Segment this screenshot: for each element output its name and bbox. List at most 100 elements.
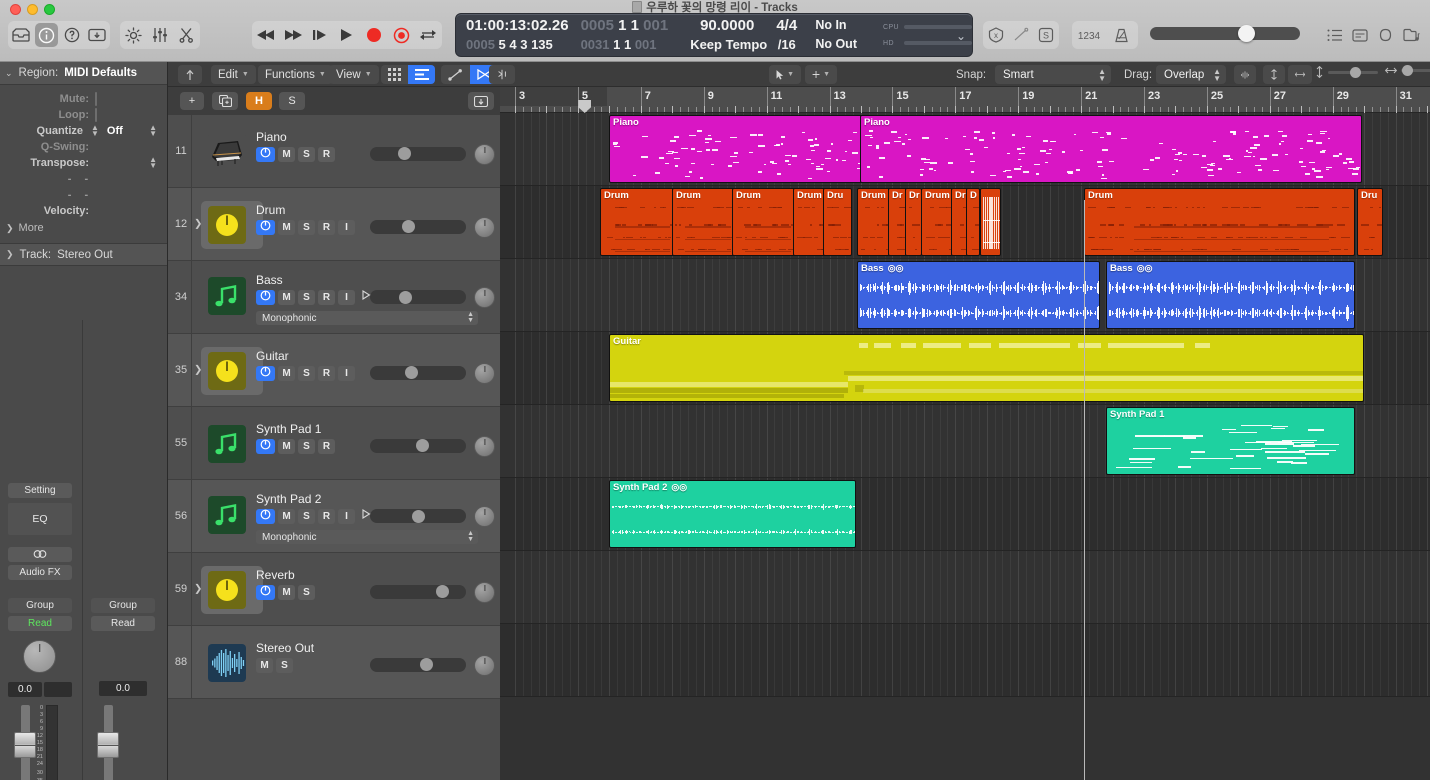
track-header-synth-pad-1[interactable]: 55 Synth Pad 1 MSR [168,407,500,480]
vertical-auto-zoom-button[interactable] [1263,65,1285,84]
list-editors-icon[interactable] [1323,23,1347,47]
track-lane[interactable]: Drum Drum Drum Drum Dru Drum Dr Dr Drum Dr D Drum Dr… [500,186,1430,259]
disclosure-closed-icon[interactable]: ❯ [6,249,14,260]
audio-fx-button[interactable]: Audio FX [8,565,72,580]
vertical-zoom-slider-track[interactable] [1328,66,1378,78]
inspector-info-icon[interactable] [34,23,58,47]
track-name[interactable]: Drum [256,203,285,217]
setting-button[interactable]: Setting [8,483,72,498]
mixer-icon[interactable] [148,23,173,47]
solo-button[interactable]: S [298,365,315,381]
secondary-tool-button[interactable]: ▼ [805,65,837,84]
record-enable-button[interactable]: R [318,438,335,454]
region-dru[interactable]: Dru [823,188,852,256]
rewind-icon[interactable] [253,23,278,47]
quantize-stepper-icon[interactable]: ▲ ▼ [91,124,99,138]
track-header-stereo-out[interactable]: 88 Stereo Out M S [168,626,500,699]
solo-button[interactable]: S [298,146,315,162]
grid-view-icon[interactable] [381,65,408,84]
track-name[interactable]: Bass [256,273,283,287]
editors-scissors-icon[interactable] [174,23,199,47]
lcd-chevron-down-icon[interactable]: ⌄ [956,29,966,43]
mute-button[interactable]: M [256,657,273,673]
lcd-bars-column[interactable]: 0005 1 1 001 0031 1 1 001 [569,14,669,56]
vertical-zoom-control[interactable] [1315,66,1378,78]
region-piano[interactable]: Piano [860,115,1362,183]
record-enable-button[interactable]: R [318,219,335,235]
track-name[interactable]: Guitar [256,349,289,363]
automation-mode-button[interactable]: Read [91,616,155,631]
track-volume-slider[interactable] [370,146,466,161]
region-drum[interactable]: Drum [1084,188,1355,256]
region-drum[interactable]: Drum [793,188,826,256]
track-volume-knob[interactable] [399,290,412,304]
disclosure-open-icon[interactable]: ⌄ [5,68,13,79]
snap-select[interactable]: Smart ▲ ▼ [995,65,1111,84]
track-lane[interactable]: Piano Piano [500,113,1430,186]
solo-button[interactable]: S [276,657,293,673]
solo-button[interactable]: S [298,584,315,600]
lcd-timecode-column[interactable]: 01:00:13:02.26 0005 5 4 3 135 [456,14,569,56]
functions-menu[interactable]: Functions ▼ [258,65,333,84]
pan-value[interactable]: 0.0 [99,681,147,696]
duplicate-track-button[interactable] [212,92,238,110]
eq-display[interactable]: EQ [8,503,72,535]
record-icon[interactable] [362,23,387,47]
library-icon[interactable] [9,23,33,47]
region-dru[interactable]: Dru [1357,188,1383,256]
region-untitled[interactable] [980,188,1001,256]
quick-help-icon[interactable] [60,23,84,47]
track-enable-button[interactable] [256,438,275,454]
solo-mode-icon[interactable]: S [1035,23,1058,47]
loop-checkbox[interactable] [95,108,97,122]
fade-tool-button[interactable] [1234,65,1256,84]
input-monitor-button[interactable]: I [338,509,355,524]
region-drum[interactable]: Drum [672,188,736,256]
track-inspector-header[interactable]: ❯ Track: Stereo Out [0,243,167,266]
notes-icon[interactable] [1349,23,1373,47]
track-name[interactable]: Piano [256,130,287,144]
record-enable-button[interactable]: R [318,290,335,305]
track-volume-slider[interactable] [370,219,466,234]
track-volume-slider[interactable] [370,365,466,380]
region-synth-pad-1[interactable]: Synth Pad 1 [1106,407,1355,475]
automation-icon[interactable] [441,65,470,84]
mute-checkbox[interactable] [95,92,97,106]
track-volume-knob[interactable] [405,366,418,379]
reverb-knob-icon[interactable] [208,570,246,609]
smart-controls-icon[interactable] [121,23,146,47]
track-header-reverb[interactable]: 59 ❯ Reverb M S [168,553,500,626]
track-name[interactable]: Synth Pad 1 [256,422,321,436]
mute-button[interactable]: M [278,584,295,600]
region-guitar[interactable]: Guitar [609,334,1364,402]
track-pan-knob[interactable] [474,143,495,165]
lcd-signature-column[interactable]: 4/4 /16 [764,14,799,56]
track-enable-button[interactable] [256,290,275,305]
count-in-1234-icon[interactable]: 1234 [1073,23,1104,47]
metronome-icon[interactable] [1106,23,1137,47]
playhead-handle[interactable] [578,100,592,113]
mute-button[interactable]: M [278,438,295,454]
mute-button[interactable]: M [278,219,295,235]
automation-mode-button[interactable]: Read [8,616,72,631]
note-icon[interactable] [208,496,246,534]
track-volume-slider[interactable] [370,290,466,304]
group-button[interactable]: Group [91,598,155,613]
input-monitor-button[interactable]: I [338,365,355,381]
drum-knob-icon[interactable] [208,205,246,244]
track-config-button[interactable] [468,92,494,110]
region-inspector-header[interactable]: ⌄ Region: MIDI Defaults [0,62,167,85]
track-volume-slider[interactable] [370,438,466,453]
note-icon[interactable] [208,277,246,315]
volume-slider-knob[interactable] [1238,25,1255,42]
go-to-start-icon[interactable] [307,23,332,47]
record-enable-button[interactable]: R [318,146,335,162]
mono-mode-select[interactable]: Monophonic ▲ ▼ [256,530,478,544]
region-dr[interactable]: Dr [905,188,922,256]
input-monitor-button[interactable]: I [338,290,355,305]
solo-tracks-toggle[interactable]: S [279,92,305,110]
solo-button[interactable]: S [298,509,315,524]
drag-select[interactable]: Overlap ▲ ▼ [1156,65,1226,84]
region-drum[interactable]: Drum [732,188,796,256]
solo-button[interactable]: S [298,438,315,454]
